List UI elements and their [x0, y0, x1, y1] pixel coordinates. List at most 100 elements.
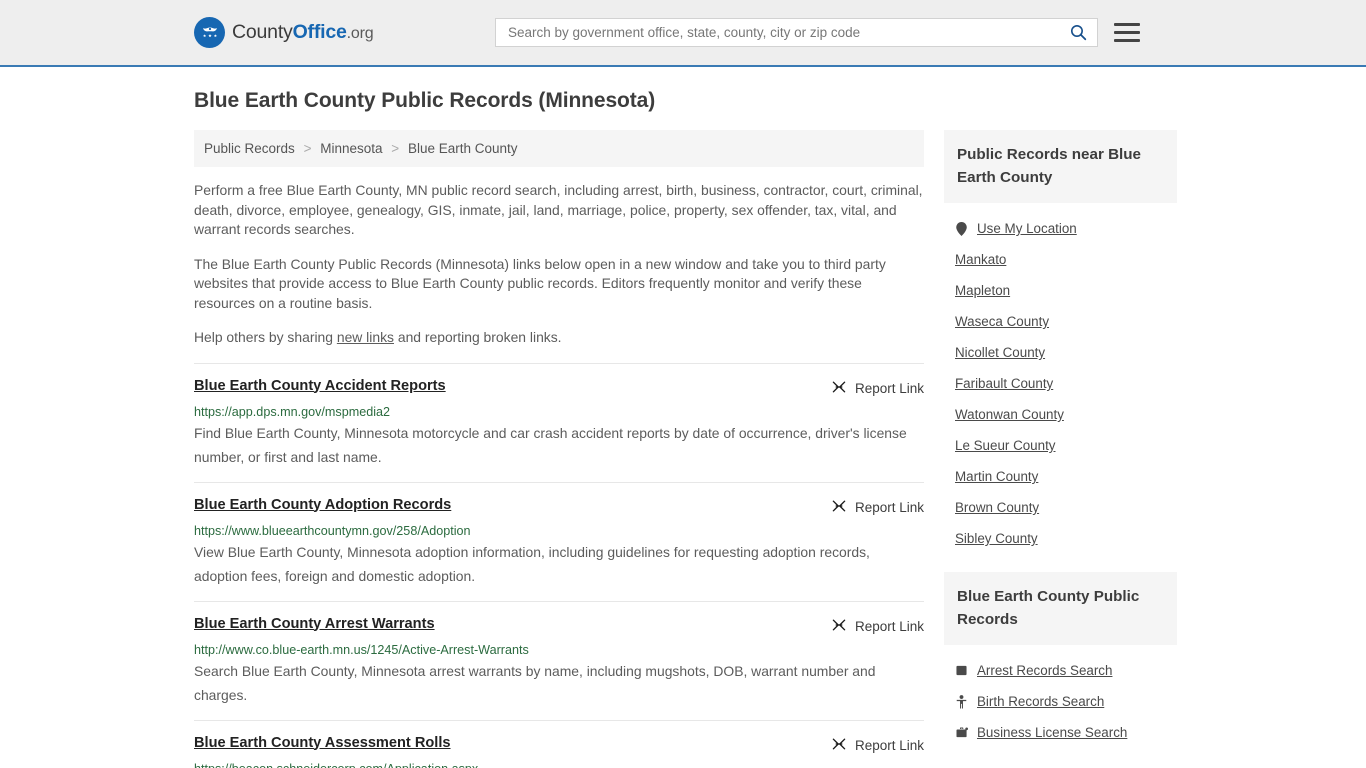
logo-text: CountyOffice.org [232, 21, 374, 44]
sidebar-link-label[interactable]: Business License Search [977, 725, 1127, 740]
sidebar-link-label[interactable]: Use My Location [977, 221, 1077, 236]
record-header: Blue Earth County Adoption Records Repor… [194, 497, 924, 517]
baby-icon [955, 694, 968, 709]
record-title-link[interactable]: Blue Earth County Arrest Warrants [194, 616, 435, 632]
breadcrumb-item-public-records[interactable]: Public Records [204, 141, 295, 156]
record-header: Blue Earth County Accident Reports Repor… [194, 378, 924, 398]
nearby-records-panel: Public Records near Blue Earth County Us… [944, 130, 1177, 554]
record-description: Search Blue Earth County, Minnesota arre… [194, 662, 876, 703]
intro-paragraph-1: Perform a free Blue Earth County, MN pub… [194, 182, 923, 237]
record-item: Blue Earth County Assessment Rolls Repor… [194, 719, 924, 768]
broken-link-icon [831, 379, 847, 398]
records-panel-list: Arrest Records Search Birth Records Sear… [944, 645, 1177, 748]
record-header: Blue Earth County Arrest Warrants Report… [194, 616, 924, 636]
sidebar-item-business-license-search[interactable]: Business License Search [955, 717, 1177, 748]
briefcase-icon [955, 727, 968, 738]
report-link-button[interactable]: Report Link [831, 616, 924, 636]
sidebar-item-use-my-location[interactable]: Use My Location [955, 213, 1177, 244]
hamburger-bar [1114, 39, 1140, 42]
help-text-after: and reporting broken links. [393, 329, 562, 345]
sidebar-link-label[interactable]: Sibley County [955, 531, 1038, 546]
sidebar-item-arrest-records-search[interactable]: Arrest Records Search [955, 655, 1177, 686]
record-item: Blue Earth County Arrest Warrants Report… [194, 600, 924, 720]
map-pin-icon [955, 221, 968, 236]
logo-office-text: Office [292, 21, 347, 43]
sidebar-link-label[interactable]: Birth Records Search [977, 694, 1104, 709]
broken-link-icon [831, 736, 847, 755]
sidebar-item-mapleton[interactable]: Mapleton [955, 275, 1177, 306]
site-logo[interactable]: CountyOffice.org [194, 17, 374, 48]
report-link-button[interactable]: Report Link [831, 497, 924, 517]
record-url[interactable]: http://www.co.blue-earth.mn.us/1245/Acti… [194, 643, 924, 657]
sidebar-link-label[interactable]: Waseca County [955, 314, 1049, 329]
site-header: CountyOffice.org [0, 0, 1366, 67]
sidebar-item-waseca-county[interactable]: Waseca County [955, 306, 1177, 337]
county-records-panel: Blue Earth County Public Records Arrest … [944, 572, 1177, 748]
sidebar-link-label[interactable]: Mankato [955, 252, 1006, 267]
eagle-shield-icon [194, 17, 225, 48]
record-url[interactable]: https://www.blueearthcountymn.gov/258/Ad… [194, 524, 924, 538]
page-body: Blue Earth County Public Records (Minnes… [0, 89, 1366, 768]
breadcrumb-separator: > [391, 141, 400, 156]
sidebar-item-mankato[interactable]: Mankato [955, 244, 1177, 275]
record-header: Blue Earth County Assessment Rolls Repor… [194, 735, 924, 755]
logo-county-text: County [232, 21, 293, 43]
sidebar-item-watonwan-county[interactable]: Watonwan County [955, 399, 1177, 430]
search-icon[interactable] [1067, 22, 1089, 44]
breadcrumb-item-minnesota[interactable]: Minnesota [320, 141, 382, 156]
record-title-link[interactable]: Blue Earth County Assessment Rolls [194, 735, 451, 751]
report-link-label: Report Link [854, 380, 924, 396]
report-link-button[interactable]: Report Link [831, 378, 924, 398]
sidebar-link-label[interactable]: Martin County [955, 469, 1038, 484]
record-description: View Blue Earth County, Minnesota adopti… [194, 543, 870, 584]
logo-org-text: .org [346, 25, 374, 42]
sidebar-item-birth-records-search[interactable]: Birth Records Search [955, 686, 1177, 717]
record-title-link[interactable]: Blue Earth County Accident Reports [194, 378, 446, 394]
intro-paragraph-3: Help others by sharing new links and rep… [194, 328, 924, 348]
nearby-panel-list: Use My Location Mankato Mapleton Waseca … [944, 203, 1177, 554]
sidebar-item-sibley-county[interactable]: Sibley County [955, 523, 1177, 554]
sidebar-item-brown-county[interactable]: Brown County [955, 492, 1177, 523]
hamburger-menu-icon[interactable] [1114, 23, 1140, 42]
sidebar-item-faribault-county[interactable]: Faribault County [955, 368, 1177, 399]
record-item: Blue Earth County Accident Reports Repor… [194, 362, 924, 482]
sidebar-link-label[interactable]: Watonwan County [955, 407, 1064, 422]
nearby-panel-title: Public Records near Blue Earth County [944, 130, 1177, 203]
record-url[interactable]: https://beacon.schneidercorp.com/Applica… [194, 762, 924, 768]
sidebar-item-le-sueur-county[interactable]: Le Sueur County [955, 430, 1177, 461]
sidebar-link-label[interactable]: Mapleton [955, 283, 1010, 298]
breadcrumb-item-blue-earth-county[interactable]: Blue Earth County [408, 141, 518, 156]
record-item: Blue Earth County Adoption Records Repor… [194, 481, 924, 601]
page-title: Blue Earth County Public Records (Minnes… [194, 89, 656, 112]
hamburger-bar [1114, 23, 1140, 26]
content-row: Public Records > Minnesota > Blue Earth … [194, 130, 1366, 768]
report-link-label: Report Link [854, 737, 924, 753]
record-description: Find Blue Earth County, Minnesota motorc… [194, 424, 907, 465]
fingerprint-icon [955, 665, 968, 676]
search-box[interactable] [495, 18, 1098, 47]
broken-link-icon [831, 617, 847, 636]
intro-paragraph-2: The Blue Earth County Public Records (Mi… [194, 255, 886, 311]
report-link-label: Report Link [854, 499, 924, 515]
breadcrumb-separator: > [303, 141, 312, 156]
broken-link-icon [831, 498, 847, 517]
sidebar-link-label[interactable]: Brown County [955, 500, 1039, 515]
sidebar: Public Records near Blue Earth County Us… [944, 130, 1177, 768]
sidebar-link-label[interactable]: Faribault County [955, 376, 1053, 391]
hamburger-bar [1114, 31, 1140, 34]
new-links-link[interactable]: new links [337, 329, 394, 345]
sidebar-link-label[interactable]: Le Sueur County [955, 438, 1056, 453]
search-area [495, 18, 1140, 47]
main-content: Public Records > Minnesota > Blue Earth … [194, 130, 924, 768]
record-url[interactable]: https://app.dps.mn.gov/mspmedia2 [194, 405, 924, 419]
sidebar-item-nicollet-county[interactable]: Nicollet County [955, 337, 1177, 368]
search-input[interactable] [506, 24, 1067, 41]
sidebar-link-label[interactable]: Arrest Records Search [977, 663, 1112, 678]
sidebar-link-label[interactable]: Nicollet County [955, 345, 1045, 360]
report-link-label: Report Link [854, 618, 924, 634]
help-text-before: Help others by sharing [194, 329, 337, 345]
breadcrumb: Public Records > Minnesota > Blue Earth … [194, 130, 924, 167]
sidebar-item-martin-county[interactable]: Martin County [955, 461, 1177, 492]
record-title-link[interactable]: Blue Earth County Adoption Records [194, 497, 451, 513]
report-link-button[interactable]: Report Link [831, 735, 924, 755]
